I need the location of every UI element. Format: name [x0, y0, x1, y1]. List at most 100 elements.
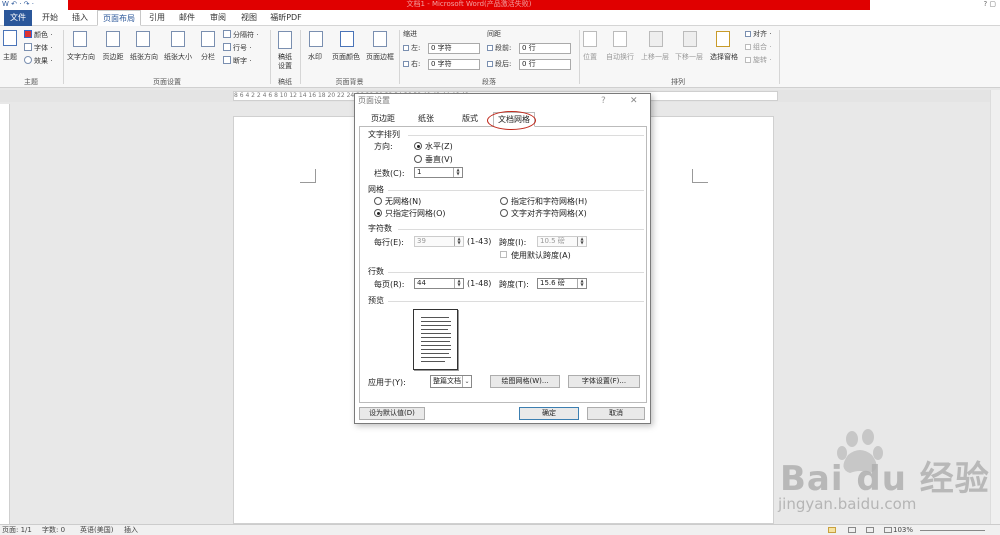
watermark-button[interactable]: 水印 [302, 53, 328, 62]
status-words[interactable]: 字数: 0 [42, 525, 65, 535]
margins-button[interactable]: 页边距 [99, 53, 127, 62]
tab-foxit-pdf[interactable]: 福昕PDF [266, 10, 306, 26]
group-label-draft: 稿纸 [278, 78, 292, 86]
radio-snap-chars[interactable] [500, 209, 508, 217]
spacing-after-label: 段后: [487, 60, 511, 69]
status-page[interactable]: 页面: 1/1 [2, 525, 32, 535]
spinner-arrows-icon[interactable]: ▲ ▼ [454, 279, 463, 288]
position-button[interactable]: 位置 [578, 53, 602, 62]
use-default-pitch-label: 使用默认跨度(A) [511, 251, 571, 260]
radio-no-grid[interactable] [374, 197, 382, 205]
tab-mailings[interactable]: 邮件 [173, 10, 201, 26]
spinner-arrows-icon[interactable]: ▲ ▼ [453, 168, 462, 177]
set-default-button[interactable]: 设为默认值(D) [359, 407, 425, 420]
tab-file[interactable]: 文件 [4, 10, 32, 26]
chars-per-line-spinner[interactable]: 39 ▲ ▼ [414, 236, 464, 247]
preview-line [421, 341, 450, 342]
cancel-button[interactable]: 取消 [587, 407, 645, 420]
baidu-brand: Bai du 经验 [780, 459, 990, 499]
lines-and-chars-label: 指定行和字符网格(H) [511, 197, 588, 206]
zoom-slider[interactable] [920, 530, 985, 531]
bring-forward-button[interactable]: 上移一层 [638, 53, 672, 62]
send-backward-button[interactable]: 下移一层 [672, 53, 706, 62]
line-numbers-button[interactable]: 行号 · [223, 43, 251, 53]
fonts-icon [24, 43, 32, 51]
spinner-arrows-icon[interactable]: ▲ ▼ [577, 237, 586, 246]
outline-icon[interactable] [884, 527, 892, 533]
apply-to-select[interactable]: 整篇文档 ⌄ [430, 375, 472, 388]
group-objects-button[interactable]: 组合 · [745, 43, 771, 52]
text-direction-button[interactable]: 文字方向 [65, 53, 97, 62]
zoom-level[interactable]: 103% [893, 525, 913, 535]
breaks-icon [223, 30, 231, 38]
spacing-before-spinner[interactable]: 0 行 [519, 43, 571, 54]
margin-corner-top-left [300, 169, 316, 183]
window-title: 文档1 - Microsoft Word(产品激活失败) [68, 0, 870, 10]
tab-paper[interactable]: 纸张 [411, 112, 441, 127]
tab-references[interactable]: 引用 [143, 10, 171, 26]
lines-per-page-spinner[interactable]: 44 ▲ ▼ [414, 278, 464, 289]
use-default-pitch-checkbox[interactable] [500, 251, 507, 258]
tab-layout[interactable]: 版式 [455, 112, 485, 127]
columns-icon [201, 31, 215, 47]
orientation-button[interactable]: 纸张方向 [128, 53, 160, 62]
paper-size-button[interactable]: 纸张大小 [161, 53, 195, 62]
radio-lines-only[interactable] [374, 209, 382, 217]
chevron-down-icon[interactable]: ⌄ [462, 376, 471, 387]
wrap-text-button[interactable]: 自动换行 [603, 53, 637, 62]
indent-left-spinner[interactable]: 0 字符 [428, 43, 480, 54]
radio-lines-and-chars[interactable] [500, 197, 508, 205]
status-language[interactable]: 英语(美国) [80, 525, 113, 535]
window-controls[interactable]: ? ▢ [950, 0, 1000, 10]
tab-home[interactable]: 开始 [36, 10, 64, 26]
vertical-ruler[interactable] [0, 104, 10, 524]
radio-horizontal[interactable] [414, 142, 422, 150]
draft-paper-button[interactable]: 稿纸 设置 [271, 53, 299, 71]
indent-left-label: 左: [403, 44, 420, 53]
section-text-layout: 文字排列 [368, 130, 400, 139]
full-screen-icon[interactable] [848, 527, 856, 533]
divider [398, 229, 644, 230]
indent-right-icon [403, 61, 409, 67]
spacing-after-spinner[interactable]: 0 行 [519, 59, 571, 70]
spinner-arrows-icon[interactable]: ▲ ▼ [577, 279, 586, 288]
line-pitch-spinner[interactable]: 15.6 磅 ▲ ▼ [537, 278, 587, 289]
page-color-button[interactable]: 页面颜色 [329, 53, 363, 62]
selection-pane-button[interactable]: 选择窗格 [706, 53, 742, 62]
divider [388, 301, 644, 302]
apply-to-label: 应用于(Y): [368, 378, 406, 387]
hyphenation-button[interactable]: 断字 · [223, 56, 251, 66]
tab-view[interactable]: 视图 [235, 10, 263, 26]
theme-fonts-button[interactable]: 字体 · [24, 43, 52, 53]
draw-grid-button[interactable]: 绘图网格(W)... [490, 375, 560, 388]
spinner-arrows-icon[interactable]: ▲ ▼ [454, 237, 463, 246]
print-layout-icon[interactable] [828, 527, 836, 533]
close-icon[interactable]: ✕ [630, 94, 638, 108]
web-layout-icon[interactable] [866, 527, 874, 533]
columns-button[interactable]: 分栏 [196, 53, 220, 62]
themes-button[interactable]: 主题 [0, 53, 20, 62]
tab-page-layout[interactable]: 页面布局 [97, 10, 141, 26]
radio-vertical[interactable] [414, 155, 422, 163]
tab-margins[interactable]: 页边距 [365, 112, 401, 127]
page-border-button[interactable]: 页面边框 [363, 53, 397, 62]
quick-access-toolbar[interactable]: W ↶ · ↷ · [2, 0, 34, 9]
tab-review[interactable]: 审阅 [204, 10, 232, 26]
breaks-button[interactable]: 分隔符 · [223, 30, 258, 40]
ok-button[interactable]: 确定 [519, 407, 579, 420]
no-grid-label: 无网格(N) [385, 197, 422, 206]
columns-label: 栏数(C): [374, 169, 405, 178]
selection-pane-icon [716, 31, 730, 47]
indent-right-spinner[interactable]: 0 字符 [428, 59, 480, 70]
font-settings-button[interactable]: 字体设置(F)... [568, 375, 640, 388]
tab-insert[interactable]: 插入 [66, 10, 94, 26]
columns-spinner[interactable]: 1 ▲ ▼ [414, 167, 463, 178]
char-pitch-spinner[interactable]: 10.5 磅 ▲ ▼ [537, 236, 587, 247]
status-mode[interactable]: 插入 [124, 525, 138, 535]
spacing-before-icon [487, 45, 493, 51]
rotate-button[interactable]: 旋转 · [745, 56, 771, 65]
theme-colors-button[interactable]: 颜色 · [24, 30, 52, 40]
theme-effects-button[interactable]: 效果 · [24, 56, 52, 66]
align-button[interactable]: 对齐 · [745, 30, 771, 39]
help-icon[interactable]: ? [601, 94, 606, 108]
